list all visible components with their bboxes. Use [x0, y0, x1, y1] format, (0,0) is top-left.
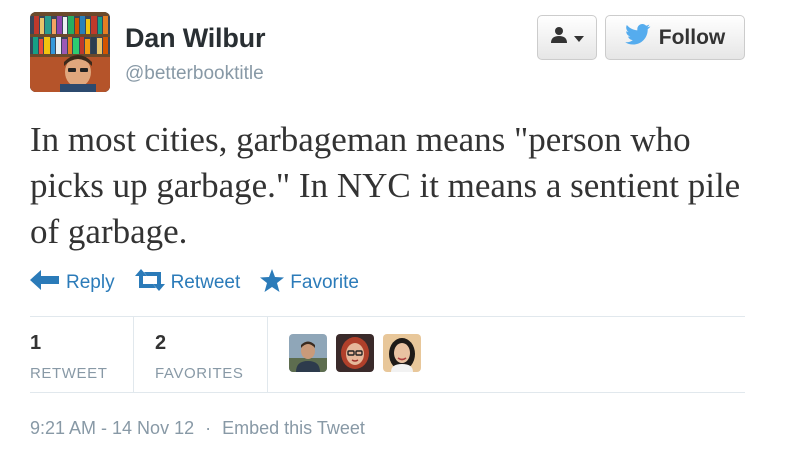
user-avatar[interactable]	[30, 12, 110, 92]
favoriter-avatar[interactable]	[383, 334, 421, 372]
twitter-bird-icon	[624, 23, 651, 52]
favorites-count-label: FAVORITES	[155, 365, 244, 382]
follow-button[interactable]: Follow	[605, 15, 745, 60]
user-handle[interactable]: @betterbooktitle	[125, 63, 264, 85]
tweet-text: In most cities, garbageman means "person…	[30, 120, 741, 251]
follow-label: Follow	[658, 25, 726, 49]
favorites-stat[interactable]: 2 FAVORITES	[155, 332, 243, 382]
retweet-count: 1	[30, 332, 42, 354]
tweet-card: Dan Wilbur @betterbooktitle Follow In mo…	[0, 0, 800, 450]
tweet-timestamp[interactable]: 9:21 AM - 14 Nov 12	[30, 418, 194, 438]
retweet-action[interactable]: Retweet	[134, 269, 241, 297]
favorite-action[interactable]: Favorite	[260, 268, 359, 298]
reply-label: Reply	[66, 272, 115, 293]
reply-icon	[30, 270, 60, 296]
user-name[interactable]: Dan Wilbur	[125, 23, 265, 54]
retweet-count-label: RETWEET	[30, 365, 108, 382]
favoriter-avatar[interactable]	[336, 334, 374, 372]
user-actions-dropdown-button[interactable]	[537, 15, 597, 60]
star-icon	[260, 268, 285, 298]
favoriter-avatar[interactable]	[289, 334, 327, 372]
embed-tweet-link[interactable]: Embed this Tweet	[222, 418, 365, 438]
footer-separator: ·	[205, 418, 212, 438]
stat-separator	[133, 316, 134, 392]
retweet-label: Retweet	[170, 272, 241, 293]
favorite-label: Favorite	[290, 272, 359, 293]
divider	[30, 316, 745, 317]
divider	[30, 392, 745, 393]
retweet-icon	[134, 269, 165, 297]
stat-separator	[267, 316, 268, 392]
person-icon	[550, 26, 568, 49]
caret-down-icon	[574, 29, 584, 47]
reply-action[interactable]: Reply	[30, 270, 115, 296]
tweet-actions: Reply Retweet Favorite	[30, 268, 359, 298]
favorites-count: 2	[155, 332, 167, 354]
tweet-footer: 9:21 AM - 14 Nov 12 · Embed this Tweet	[30, 418, 365, 439]
retweet-stat[interactable]: 1 RETWEET	[30, 332, 108, 382]
